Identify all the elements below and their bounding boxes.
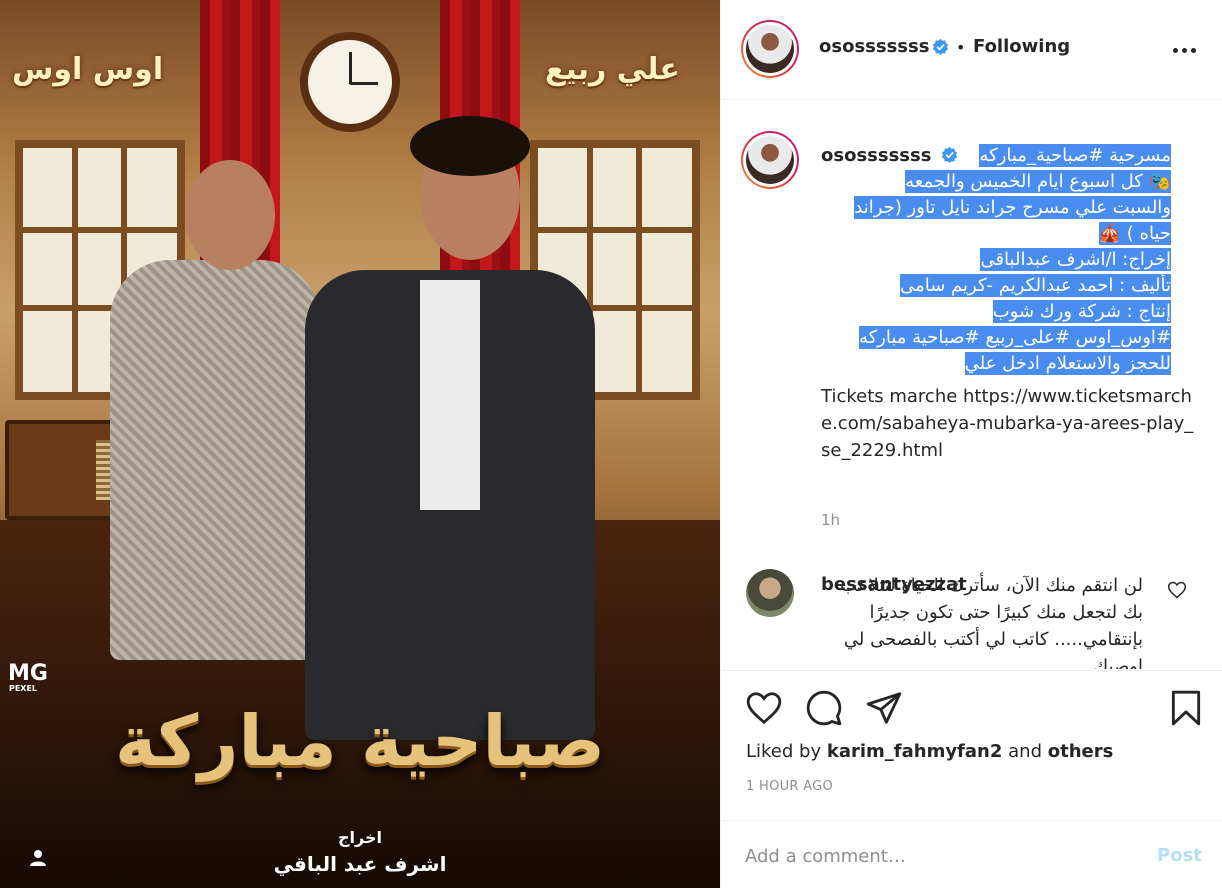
actor-right-figure <box>305 270 595 740</box>
author-avatar[interactable] <box>741 20 799 78</box>
action-bar: Liked by karim_fahmyfan2 and others 1 HO… <box>721 670 1222 820</box>
user-tag-icon[interactable] <box>28 848 48 868</box>
caption-line: #اوس_اوس #على_ربيع #صباحية مباركه <box>858 326 1171 349</box>
liked-by-others[interactable]: others <box>1048 741 1114 762</box>
caption-line: حياه ) 🎪 <box>1098 222 1171 245</box>
caption-avatar[interactable] <box>741 131 799 189</box>
post-header: ososssssss • Following <box>721 0 1222 100</box>
commenter-username[interactable]: bessantyezzat <box>821 574 967 595</box>
add-comment-input[interactable] <box>745 841 1125 871</box>
comment-like-heart-icon[interactable] <box>1167 580 1187 600</box>
mg-pexel-logo: MG PEXEL <box>8 663 48 694</box>
following-button[interactable]: Following <box>973 36 1070 57</box>
actor-left-head <box>185 160 275 270</box>
more-options-icon[interactable] <box>1173 40 1199 60</box>
author-username[interactable]: ososssssss <box>819 36 929 57</box>
caption-line: والسبت علي مسرح جراند نايل تاور (جراند <box>854 196 1171 219</box>
logo-sub: PEXEL <box>8 684 38 693</box>
add-comment-bar: Post <box>721 820 1222 888</box>
caption-ticket-link[interactable]: Tickets marche https://www.ticketsmarche… <box>821 383 1201 464</box>
caption-text-highlighted: مسرحية #صباحية_مباركه 🎭 كل اسبوع ايام ال… <box>821 143 1171 377</box>
poster-title: صباحية مباركة <box>115 700 605 782</box>
liked-by-user[interactable]: karim_fahmyfan2 <box>827 741 1003 762</box>
commenter-avatar[interactable] <box>746 569 794 617</box>
caption-time: 1h <box>821 511 841 529</box>
wall-clock <box>300 32 400 132</box>
caption-line: إخراج: ا/اشرف عبدالباقى <box>980 248 1171 271</box>
liked-by-prefix: Liked by <box>746 741 822 762</box>
poster-credit-label: اخراج <box>338 828 382 847</box>
caption-username[interactable]: ososssssss <box>821 145 931 166</box>
share-paper-plane-icon[interactable] <box>865 689 903 727</box>
post-timestamp[interactable]: 1 HOUR AGO <box>746 779 833 794</box>
post-side-panel: ososssssss • Following مسرحية #صباحية_مب… <box>720 0 1222 888</box>
comments-scroll-area[interactable]: مسرحية #صباحية_مباركه 🎭 كل اسبوع ايام ال… <box>721 101 1222 669</box>
post-comment-button[interactable]: Post <box>1157 845 1202 866</box>
actor-left-figure <box>110 260 320 660</box>
logo-letters: MG <box>8 661 48 686</box>
actor-right-head <box>410 116 530 260</box>
poster-actor-name-left: اوس اوس <box>12 52 164 87</box>
liked-by-and: and <box>1008 741 1042 762</box>
caption-line: مسرحية #صباحية_مباركه <box>979 144 1171 167</box>
caption-verified-badge-icon <box>942 146 958 163</box>
caption-line: 🎭 كل اسبوع ايام الخميس والجمعه <box>905 170 1171 193</box>
caption-line: للحجز والاستعلام ادخل علي <box>964 352 1171 375</box>
post-image[interactable]: اوس اوس علي ربيع MG PEXEL صباحية مباركة … <box>0 0 720 888</box>
comment-bubble-icon[interactable] <box>805 689 843 727</box>
poster-actor-name-right: علي ربيع <box>545 52 680 87</box>
poster-credit-name: اشرف عبد الباقي <box>273 852 447 876</box>
header-separator: • <box>956 38 966 57</box>
caption-author: ososssssss <box>821 145 958 166</box>
caption-line: إنتاج : شركة ورك شوب <box>992 300 1171 323</box>
verified-badge-icon <box>928 38 949 57</box>
save-bookmark-icon[interactable] <box>1167 689 1205 727</box>
caption-line: تأليف : احمد عبدالكريم -كريم سامى <box>900 274 1171 297</box>
like-heart-icon[interactable] <box>745 689 783 727</box>
liked-by-text: Liked by karim_fahmyfan2 and others <box>746 741 1113 762</box>
